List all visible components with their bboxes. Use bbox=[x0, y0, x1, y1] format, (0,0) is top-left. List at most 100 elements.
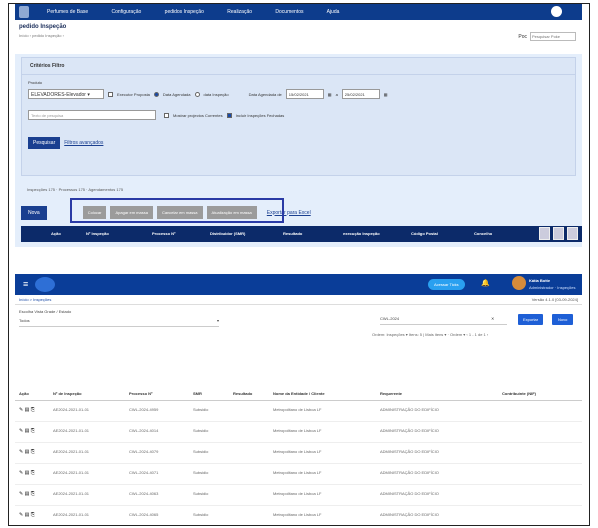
cell-smr: Subsidio bbox=[193, 512, 209, 517]
menu-item[interactable]: Perfumes de Base bbox=[47, 9, 88, 15]
pagination[interactable]: Ordem: Inspeções ▾ Itens: 5 | Mais itens… bbox=[372, 332, 488, 337]
column-header[interactable]: Resultado bbox=[283, 231, 302, 236]
cell-smr: Subsidio bbox=[193, 491, 209, 496]
new-top-bar: ≡ Acessar Ticks 🔔 Kátia Botte Administra… bbox=[15, 274, 582, 295]
column-header[interactable]: Concelho bbox=[474, 231, 492, 236]
column-header[interactable]: Requerente bbox=[380, 391, 402, 396]
column-header[interactable]: Ação bbox=[51, 231, 61, 236]
column-header[interactable]: Distribuidor (SMR) bbox=[210, 231, 245, 236]
poc-input[interactable] bbox=[530, 32, 576, 41]
column-header[interactable]: Contribuinte (NIF) bbox=[502, 391, 536, 396]
state-select[interactable]: Todos ▾ bbox=[19, 318, 219, 327]
cell-smr: Subsidio bbox=[193, 428, 209, 433]
menu-item[interactable]: Documentos bbox=[275, 9, 303, 15]
cell-entity: Metropolitano de Lisboa LF bbox=[273, 428, 322, 433]
fechadas-checkbox[interactable] bbox=[226, 112, 232, 118]
cell-process: CWL-2024-4079 bbox=[129, 449, 159, 454]
user-icon[interactable] bbox=[551, 6, 562, 17]
avatar[interactable] bbox=[512, 276, 526, 290]
criteria-title: Critérios Filtro bbox=[22, 58, 575, 75]
column-header[interactable]: Código Postal bbox=[411, 231, 438, 236]
breadcrumb[interactable]: Início › pedido Inspeção › bbox=[19, 33, 578, 38]
produto-select[interactable]: ELEVADORES-Elevador ▾ bbox=[28, 89, 104, 99]
row-action-icons[interactable]: ✎ ▤ ⎘ bbox=[19, 407, 35, 413]
settings-icon[interactable] bbox=[553, 227, 564, 240]
bell-icon[interactable]: 🔔 bbox=[481, 279, 490, 287]
highlight-box bbox=[70, 198, 284, 223]
table-row[interactable]: ✎ ▤ ⎘ AE2024-2021-01-01 CWL-2024-4063 Su… bbox=[15, 485, 582, 506]
cell-requester: ADMINISTRAÇÃO DO EDIFÍCIO bbox=[380, 491, 439, 496]
menu-item[interactable]: Ajuda bbox=[327, 9, 340, 15]
breadcrumb[interactable]: Início > Inspeções bbox=[19, 297, 51, 302]
results-info: Inspecções 175 · Processos 175 · Agendam… bbox=[27, 187, 124, 192]
export-button[interactable]: Exportar bbox=[518, 314, 544, 325]
table-row[interactable]: ✎ ▤ ⎘ AE2024-2021-01-01 CWL-2024-4959 Su… bbox=[15, 401, 582, 422]
column-header[interactable]: Resultado bbox=[233, 391, 252, 396]
chevron-down-icon: ▾ bbox=[216, 318, 219, 323]
row-action-icons[interactable]: ✎ ▤ ⎘ bbox=[19, 428, 35, 434]
data-agendada-radio[interactable] bbox=[153, 91, 159, 97]
top-menu-bar: Perfumes de Base Configuração pedidos In… bbox=[15, 4, 582, 20]
cell-process: CWL-2024-4071 bbox=[129, 470, 159, 475]
cell-entity: Metropolitano de Lisboa LF bbox=[273, 449, 322, 454]
column-header[interactable]: Ação bbox=[19, 391, 29, 396]
menu-item[interactable]: Realização bbox=[227, 9, 252, 15]
print-icon[interactable] bbox=[567, 227, 578, 240]
calendar-icon[interactable]: ▦ bbox=[328, 92, 332, 97]
cell-inspection: AE2024-2021-01-01 bbox=[53, 470, 90, 475]
new-button[interactable]: Novo bbox=[552, 314, 574, 325]
cell-inspection: AE2024-2021-01-01 bbox=[53, 407, 90, 412]
main-menu: Perfumes de Base Configuração pedidos In… bbox=[47, 9, 361, 15]
cell-requester: ADMINISTRAÇÃO DO EDIFÍCIO bbox=[380, 428, 439, 433]
cell-entity: Metropolitano de Lisboa LF bbox=[273, 491, 322, 496]
date-from-input[interactable]: 15/02/2021 bbox=[285, 89, 324, 99]
table-row[interactable]: ✎ ▤ ⎘ AE2024-2021-01-01 CWL-2024-4079 Su… bbox=[15, 443, 582, 464]
nova-button[interactable]: Nova bbox=[21, 205, 47, 220]
column-header[interactable]: Processo Nº bbox=[129, 391, 152, 396]
produto-label: Produto bbox=[28, 80, 43, 85]
executor-checkbox[interactable] bbox=[108, 91, 113, 97]
poc-label: Poc bbox=[518, 33, 527, 40]
check-label: Mostrar projectos Correntes bbox=[173, 112, 223, 118]
advanced-filters-link[interactable]: Filtros avançados bbox=[64, 140, 103, 146]
cell-smr: Subsidio bbox=[193, 470, 209, 475]
column-header[interactable]: Nome da Entidade / Cliente bbox=[273, 391, 325, 396]
table-header: Ação Nº Inspeção Processo Nº Distribuido… bbox=[21, 226, 582, 242]
column-header[interactable]: Nº de Inspeção bbox=[53, 391, 82, 396]
cell-requester: ADMINISTRAÇÃO DO EDIFÍCIO bbox=[380, 512, 439, 517]
radio-label: Executor Proposta bbox=[117, 91, 150, 97]
cell-entity: Metropolitano de Lisboa LF bbox=[273, 512, 322, 517]
search-input[interactable]: Texto de pesquisa bbox=[28, 110, 156, 120]
download-icon[interactable] bbox=[539, 227, 550, 240]
user-name: Kátia Botte bbox=[529, 278, 551, 283]
radio-label: data Inspeção bbox=[203, 91, 229, 97]
date-to-input[interactable]: 25/02/2021 bbox=[341, 89, 380, 99]
menu-item[interactable]: Configuração bbox=[112, 9, 142, 15]
row-action-icons[interactable]: ✎ ▤ ⎘ bbox=[19, 491, 35, 497]
app-logo-icon bbox=[35, 277, 55, 292]
calendar-icon[interactable]: ▦ bbox=[384, 92, 388, 97]
correntes-checkbox[interactable] bbox=[164, 112, 169, 118]
radio-label: Data Agendada bbox=[162, 91, 191, 97]
menu-item[interactable]: pedidos Inspeção bbox=[165, 9, 204, 15]
search-button[interactable]: Pesquisar bbox=[28, 137, 61, 149]
filter-area: Escolha Vista Grade / Estado Todos ▾ CWL-… bbox=[15, 305, 582, 343]
row-action-icons[interactable]: ✎ ▤ ⎘ bbox=[19, 449, 35, 455]
cell-entity: Metropolitano de Lisboa LF bbox=[273, 470, 322, 475]
column-header[interactable]: Nº Inspeção bbox=[86, 231, 109, 236]
column-header[interactable]: SMR bbox=[193, 391, 202, 396]
column-header[interactable]: Processo Nº bbox=[152, 231, 175, 236]
clear-icon[interactable]: ✕ bbox=[491, 316, 494, 321]
hamburger-menu-icon[interactable]: ≡ bbox=[23, 280, 31, 289]
row-action-icons[interactable]: ✎ ▤ ⎘ bbox=[19, 512, 35, 518]
account-button[interactable]: Acessar Ticks bbox=[428, 279, 465, 290]
table-header: Ação Nº de Inspeção Processo Nº SMR Resu… bbox=[15, 385, 582, 401]
row-action-icons[interactable]: ✎ ▤ ⎘ bbox=[19, 470, 35, 476]
data-inspecao-radio[interactable] bbox=[194, 91, 200, 97]
check-label: Incluir Inspeções Fechadas bbox=[235, 112, 285, 118]
table-row[interactable]: ✎ ▤ ⎘ AE2024-2021-01-01 CWL-2024-4014 Su… bbox=[15, 422, 582, 443]
process-input[interactable]: CWL-2024 bbox=[380, 316, 507, 325]
table-row[interactable]: ✎ ▤ ⎘ AE2024-2021-01-01 CWL-2024-4071 Su… bbox=[15, 464, 582, 485]
column-header[interactable]: execução Inspeção bbox=[343, 231, 380, 236]
table-row[interactable]: ✎ ▤ ⎘ AE2024-2021-01-01 CWL-2024-4065 Su… bbox=[15, 506, 582, 525]
